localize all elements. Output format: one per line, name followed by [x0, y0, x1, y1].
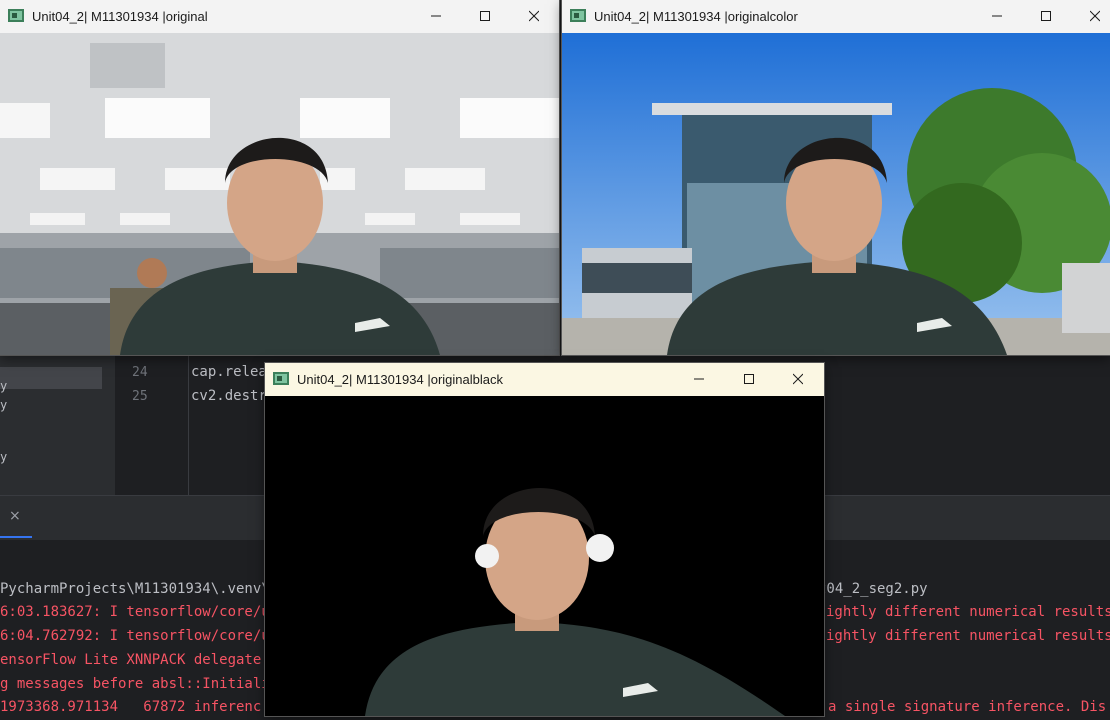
app-icon	[273, 372, 289, 385]
video-frame-originalcolor	[562, 33, 1110, 355]
project-tree-item[interactable]: y	[0, 398, 102, 420]
code-line[interactable]: cv2.destr	[191, 388, 267, 404]
app-icon	[570, 9, 586, 22]
app-icon	[8, 9, 24, 22]
minimize-icon	[431, 15, 441, 17]
project-tool-window: y y y y	[0, 355, 115, 495]
window-original[interactable]: Unit04_2| M11301934 |original	[0, 0, 559, 355]
minimize-icon	[694, 378, 704, 380]
line-number: 24	[132, 365, 148, 380]
code-line[interactable]: cap.relea	[191, 364, 267, 380]
close-icon	[1089, 10, 1101, 22]
maximize-button[interactable]	[462, 0, 508, 33]
title-bar[interactable]: Unit04_2| M11301934 |originalcolor	[562, 0, 1110, 33]
close-button[interactable]	[775, 363, 821, 396]
project-tree-item[interactable]: y	[0, 450, 102, 472]
window-title: Unit04_2| M11301934 |originalcolor	[594, 9, 798, 24]
close-icon	[528, 10, 540, 22]
close-button[interactable]	[1072, 0, 1110, 33]
console-line: 1973368.971134 67872 inferenc	[0, 699, 262, 715]
active-tab-indicator	[0, 536, 32, 538]
minimize-icon	[992, 15, 1002, 17]
console-line: 6:03.183627: I tensorflow/core/u	[0, 604, 270, 620]
console-line: 6:04.762792: I tensorflow/core/u	[0, 628, 270, 644]
window-title: Unit04_2| M11301934 |original	[32, 9, 208, 24]
editor-gutter	[115, 355, 188, 495]
console-line-tail: t04_2_seg2.py	[818, 581, 928, 597]
maximize-button[interactable]	[726, 363, 772, 396]
title-bar[interactable]: Unit04_2| M11301934 |originalblack	[265, 363, 824, 396]
video-frame-originalblack	[265, 396, 824, 716]
console-line: ensorFlow Lite XNNPACK delegate	[0, 652, 270, 668]
maximize-icon	[480, 11, 490, 21]
console-line-tail: a single signature inference. Dis	[828, 699, 1107, 715]
building-background-image	[562, 33, 1110, 355]
console-line-tail: ightly different numerical results	[826, 628, 1110, 644]
project-tree-item-label: y	[0, 398, 8, 412]
minimize-button[interactable]	[974, 0, 1020, 33]
maximize-button[interactable]	[1023, 0, 1069, 33]
console-line: PycharmProjects\M11301934\.venv\	[0, 581, 270, 597]
close-button[interactable]	[511, 0, 557, 33]
gutter-divider	[188, 355, 189, 495]
console-line-tail: ightly different numerical results	[826, 604, 1110, 620]
window-title: Unit04_2| M11301934 |originalblack	[297, 372, 503, 387]
project-tree-item-label: y	[0, 450, 8, 464]
minimize-button[interactable]	[676, 363, 722, 396]
close-tab-icon[interactable]: ×	[9, 508, 21, 524]
line-number: 25	[132, 389, 148, 404]
minimize-button[interactable]	[413, 0, 459, 33]
office-webcam-image	[0, 33, 559, 355]
window-originalcolor[interactable]: Unit04_2| M11301934 |originalcolor	[562, 0, 1110, 355]
window-originalblack[interactable]: Unit04_2| M11301934 |originalblack	[265, 363, 824, 716]
video-frame-original	[0, 33, 559, 355]
segmented-person-image	[265, 396, 824, 716]
project-tree-item-selected[interactable]: y	[0, 367, 102, 393]
title-bar[interactable]: Unit04_2| M11301934 |original	[0, 0, 559, 33]
project-tree-item-label: y	[0, 379, 8, 393]
close-icon	[792, 373, 804, 385]
maximize-icon	[744, 374, 754, 384]
maximize-icon	[1041, 11, 1051, 21]
console-line: g messages before absl::Initiali	[0, 676, 270, 692]
